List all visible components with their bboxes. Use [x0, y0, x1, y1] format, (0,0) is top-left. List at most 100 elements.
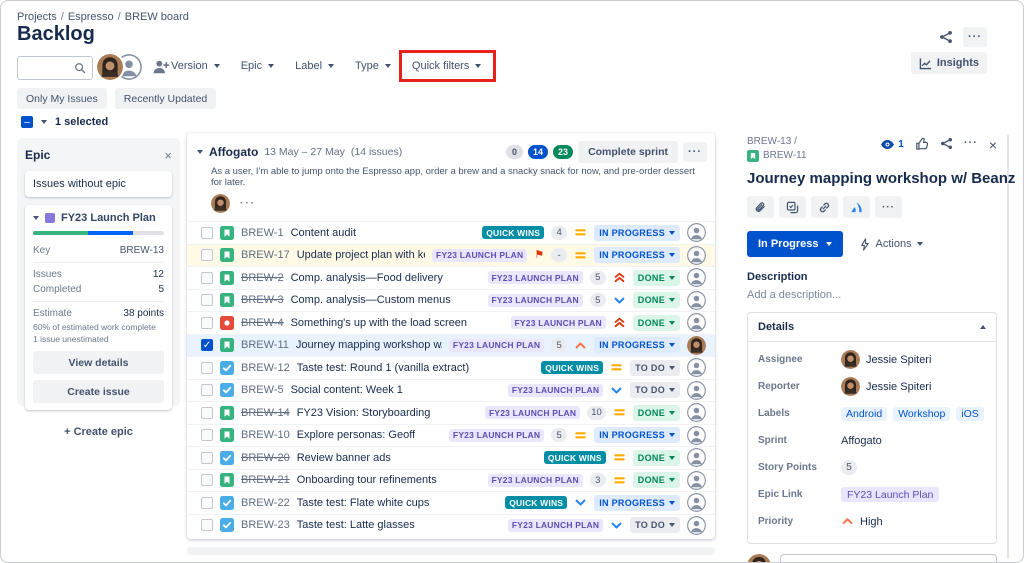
epic-label-chip[interactable]: FY23 LAUNCH PLAN [448, 338, 545, 352]
estimate-badge[interactable]: 5 [551, 428, 568, 443]
issue-title[interactable]: Review banner ads [297, 452, 391, 464]
estimate-badge[interactable]: 4 [551, 225, 568, 240]
insights-button[interactable]: Insights [910, 52, 987, 74]
issue-title[interactable]: Journey mapping workshop w/ Beanz [296, 339, 442, 351]
label-ios[interactable]: iOS [956, 406, 984, 421]
issues-without-epic[interactable]: Issues without epic [25, 171, 172, 197]
issue-title[interactable]: Social content: Week 1 [291, 384, 403, 396]
issue-title[interactable]: Explore personas: Geoff [297, 429, 415, 441]
comment-input[interactable] [780, 554, 997, 562]
epic-label-chip[interactable]: QUICK WINS [482, 226, 545, 240]
issue-title[interactable]: Something's up with the load screen [291, 317, 467, 329]
epic-label-chip[interactable]: FY23 LAUNCH PLAN [448, 428, 545, 442]
sprint-collapse-icon[interactable] [197, 150, 203, 154]
assignee-avatar[interactable] [687, 515, 706, 535]
like-button[interactable] [915, 137, 929, 151]
parent-issue-link[interactable]: BREW-13 [747, 136, 791, 147]
issue-checkbox[interactable] [201, 519, 213, 532]
add-child-issue-button[interactable] [779, 196, 806, 218]
issue-row[interactable]: BREW-22 Taste test: Flate white cups QUI… [187, 491, 715, 514]
watch-button[interactable]: 1 [880, 137, 904, 152]
issue-title[interactable]: Taste test: Flate white cups [297, 497, 430, 509]
description-placeholder[interactable]: Add a description... [747, 289, 997, 301]
issue-row[interactable]: BREW-21 Onboarding tour refinements FY23… [187, 468, 715, 492]
sprint-members-more[interactable]: ··· [240, 198, 256, 209]
current-issue-link[interactable]: BREW-11 [763, 149, 807, 162]
status-dropdown[interactable]: IN PROGRESS [594, 337, 680, 354]
estimate-badge[interactable]: 5 [589, 270, 606, 285]
more-actions-button[interactable]: ··· [963, 27, 987, 47]
status-dropdown[interactable]: DONE [632, 449, 680, 466]
actions-dropdown[interactable]: Actions [859, 237, 923, 251]
version-dropdown[interactable]: Version [169, 60, 222, 72]
issue-row[interactable]: BREW-17 Update project plan with key mil… [187, 243, 715, 266]
issue-checkbox[interactable] [201, 316, 213, 329]
estimate-badge[interactable]: 5 [551, 338, 568, 353]
issue-row[interactable]: ✓ BREW-11 Journey mapping workshop w/ Be… [187, 333, 715, 356]
share-icon[interactable] [939, 30, 953, 44]
issue-title[interactable]: FY23 Vision: Storyboarding [297, 407, 431, 419]
status-dropdown[interactable]: DONE [632, 292, 680, 309]
story-points-value[interactable]: 5 [841, 460, 857, 475]
issue-row[interactable]: BREW-20 Review banner ads QUICK WINS DON… [187, 446, 715, 469]
status-dropdown[interactable]: IN PROGRESS [594, 427, 680, 444]
epic-dropdown[interactable]: Epic [239, 60, 276, 72]
add-person-icon[interactable] [152, 58, 170, 76]
assignee-avatar[interactable] [687, 380, 706, 400]
quick-filters-dropdown[interactable]: Quick filters [398, 50, 497, 82]
assignee-avatar[interactable] [687, 268, 706, 288]
type-dropdown[interactable]: Type [353, 60, 393, 72]
link-issue-button[interactable] [811, 196, 838, 218]
issue-checkbox[interactable] [201, 271, 213, 284]
assignee-avatar[interactable] [687, 425, 706, 445]
issue-checkbox[interactable]: ✓ [201, 339, 213, 352]
assignee-value[interactable]: Jessie Spiteri [841, 350, 931, 369]
issue-checkbox[interactable] [201, 294, 213, 307]
issue-checkbox[interactable] [201, 429, 213, 442]
epic-label-chip[interactable]: QUICK WINS [505, 496, 568, 510]
issue-title[interactable]: Comp. analysis—Custom menus [291, 294, 451, 306]
issue-title[interactable]: Comp. analysis—Food delivery [291, 272, 443, 284]
attach-button[interactable] [747, 196, 774, 218]
atlassian-app-button[interactable] [843, 196, 870, 218]
issue-row[interactable]: BREW-23 Taste test: Latte glasses FY23 L… [187, 513, 715, 537]
issue-checkbox[interactable] [201, 249, 213, 262]
status-dropdown[interactable]: IN PROGRESS [594, 224, 680, 241]
sprint-value[interactable]: Affogato [841, 435, 882, 447]
status-dropdown[interactable]: IN PROGRESS [594, 494, 680, 511]
estimate-badge[interactable]: 3 [589, 473, 606, 488]
issue-checkbox[interactable] [201, 496, 213, 509]
breadcrumb-board[interactable]: BREW board [125, 11, 189, 23]
epic-label-chip[interactable]: FY23 LAUNCH PLAN [510, 316, 606, 330]
assignee-avatar[interactable] [687, 470, 706, 490]
status-dropdown[interactable]: TO DO [630, 359, 680, 376]
issue-title[interactable]: Taste test: Round 1 (vanilla extract) [297, 362, 469, 374]
only-my-issues-button[interactable]: Only My Issues [17, 88, 107, 109]
issue-checkbox[interactable] [201, 226, 213, 239]
details-card-header[interactable]: Details [748, 313, 996, 342]
assignee-avatar[interactable] [687, 245, 706, 265]
avatar-jessie[interactable] [97, 54, 123, 80]
issue-row[interactable]: BREW-4 Something's up with the load scre… [187, 311, 715, 334]
reporter-value[interactable]: Jessie Spiteri [841, 377, 931, 396]
epic-label-chip[interactable]: FY23 LAUNCH PLAN [432, 248, 528, 262]
issue-row[interactable]: BREW-10 Explore personas: Geoff FY23 LAU… [187, 423, 715, 447]
label-android[interactable]: Android [841, 406, 888, 421]
assignee-avatar[interactable] [687, 335, 706, 355]
create-issue-button[interactable]: Create issue [33, 380, 164, 403]
issue-checkbox[interactable] [201, 451, 213, 464]
assignee-avatar[interactable] [687, 403, 706, 423]
sprint-more-button[interactable]: ··· [683, 142, 707, 162]
label-dropdown[interactable]: Label [293, 60, 336, 72]
assignee-avatar[interactable] [687, 223, 706, 243]
assignee-avatar[interactable] [687, 290, 706, 310]
view-details-button[interactable]: View details [33, 351, 164, 374]
issue-row[interactable]: BREW-5 Social content: Week 1 FY23 LAUNC… [187, 378, 715, 402]
epic-label-chip[interactable]: QUICK WINS [541, 361, 604, 375]
issue-row[interactable]: BREW-2 Comp. analysis—Food delivery FY23… [187, 266, 715, 289]
epic-label-chip[interactable]: QUICK WINS [543, 451, 606, 465]
epic-label-chip[interactable]: FY23 LAUNCH PLAN [487, 293, 583, 307]
issue-row[interactable]: BREW-14 FY23 Vision: Storyboarding FY23 … [187, 401, 715, 424]
select-all-checkbox[interactable]: – [21, 116, 33, 128]
breadcrumb-projects[interactable]: Projects [17, 11, 57, 23]
